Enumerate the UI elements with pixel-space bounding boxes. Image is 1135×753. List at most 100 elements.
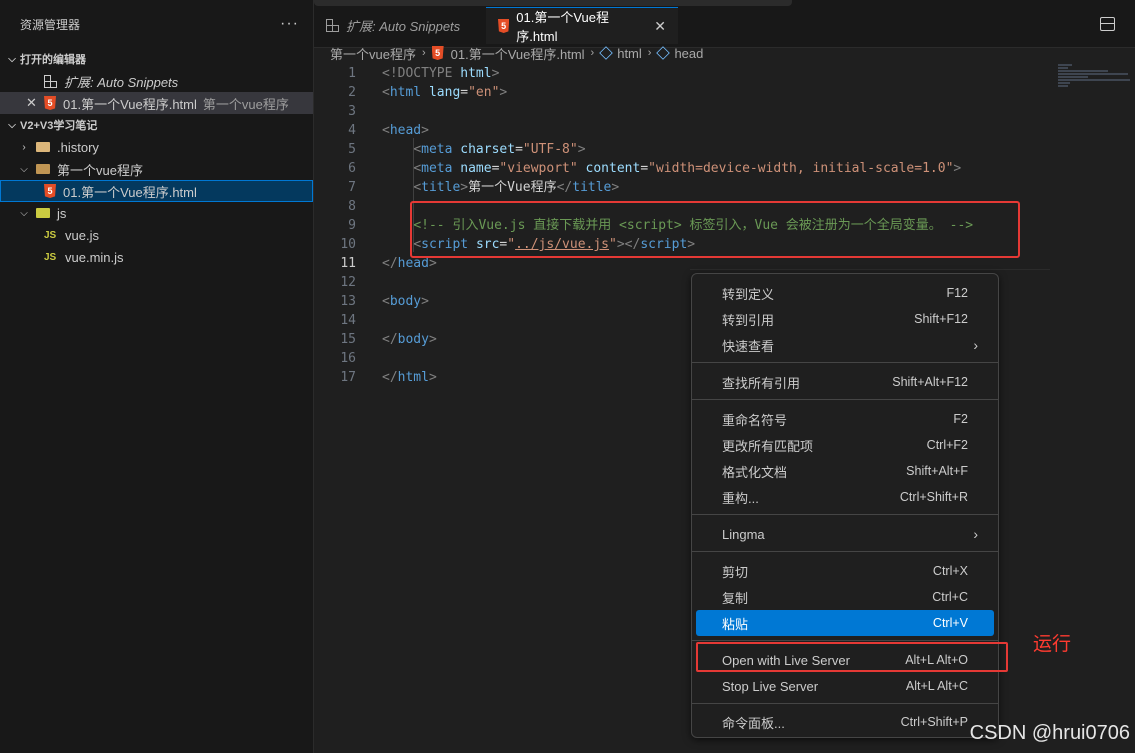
tree-item-vue-js[interactable]: JS vue.js xyxy=(0,224,313,246)
sidebar-header: 资源管理器 ··· xyxy=(0,0,313,48)
tab-auto-snippets[interactable]: 扩展: Auto Snippets xyxy=(314,7,484,44)
token: "width=device-width, initial-scale=1.0" xyxy=(648,161,954,176)
menu-item-go-to-definition[interactable]: 转到定义 F12 xyxy=(696,280,994,306)
close-icon[interactable]: ✕ xyxy=(26,95,44,111)
menu-shortcut: Shift+Alt+F12 xyxy=(892,375,968,389)
line-number: 13 xyxy=(340,294,356,309)
open-editor-description: 第一个vue程序 xyxy=(202,96,289,112)
token: 第一个Vue程序 xyxy=(468,180,557,195)
line-number: 11 xyxy=(340,256,356,271)
workspace-title: V2+V3学习笔记 xyxy=(20,120,98,132)
menu-label: 命令面板... xyxy=(722,715,785,731)
open-editor-html-file[interactable]: ✕ 5 01.第一个Vue程序.html 第一个vue程序 xyxy=(0,92,313,114)
breadcrumb-item[interactable]: 01.第一个Vue程序.html xyxy=(451,44,585,63)
menu-item-find-all-references[interactable]: 查找所有引用 Shift+Alt+F12 xyxy=(696,369,994,395)
explorer-sidebar: 资源管理器 ··· ⌵ 打开的编辑器 扩展: Auto Snippets ✕ 5… xyxy=(0,0,314,753)
html5-icon: 5 xyxy=(44,184,56,198)
tree-item-label: js xyxy=(57,205,67,221)
line-number: 7 xyxy=(348,180,356,195)
line-number: 8 xyxy=(348,199,356,214)
open-editor-label: 01.第一个Vue程序.html xyxy=(63,96,197,112)
tab-html-file[interactable]: 5 01.第一个Vue程序.html ✕ xyxy=(486,7,678,44)
chevron-right-icon: › xyxy=(973,337,978,353)
tree-item-history[interactable]: › .history xyxy=(0,136,313,158)
menu-label: 查找所有引用 xyxy=(722,375,801,391)
menu-label: 快速查看 xyxy=(722,338,775,354)
line-number: 15 xyxy=(340,332,356,347)
menu-shortcut: Ctrl+Shift+R xyxy=(899,490,968,504)
breadcrumb-item[interactable]: html xyxy=(617,46,642,61)
menu-item-command-palette[interactable]: 命令面板... Ctrl+Shift+P xyxy=(696,709,994,735)
annotation-highlight-box xyxy=(410,201,1020,258)
tree-item-label: 第一个vue程序 xyxy=(57,162,143,178)
chevron-right-icon: › xyxy=(421,47,426,59)
chevron-down-icon: ⌵ xyxy=(8,119,16,131)
menu-item-paste[interactable]: 粘贴 Ctrl+V xyxy=(696,610,994,636)
tree-item-label: vue.min.js xyxy=(65,249,124,265)
symbol-icon xyxy=(656,46,671,60)
menu-item-stop-live-server[interactable]: Stop Live Server Alt+L Alt+C xyxy=(696,673,994,699)
menu-label: 格式化文档 xyxy=(722,464,788,480)
menu-label: 转到引用 xyxy=(722,312,775,328)
menu-label: 粘贴 xyxy=(722,616,749,632)
menu-separator xyxy=(692,703,998,704)
menu-shortcut: Alt+L Alt+C xyxy=(905,679,968,693)
workspace-section[interactable]: ⌵ V2+V3学习笔记 xyxy=(0,114,313,136)
html5-icon: 5 xyxy=(431,46,444,60)
chevron-down-icon: ⌵ xyxy=(8,53,16,65)
open-editor-auto-snippets[interactable]: 扩展: Auto Snippets xyxy=(0,70,313,92)
menu-label: 转到定义 xyxy=(722,286,775,302)
more-actions-icon[interactable]: ··· xyxy=(280,15,299,33)
symbol-icon xyxy=(599,46,614,60)
menu-separator xyxy=(692,551,998,552)
open-editor-label: 扩展: Auto Snippets xyxy=(64,74,179,90)
watermark: CSDN @hrui0706 xyxy=(969,722,1130,744)
menu-item-refactor[interactable]: 重构... Ctrl+Shift+R xyxy=(696,484,994,510)
tree-item-label: vue.js xyxy=(65,227,99,243)
menu-item-go-to-references[interactable]: 转到引用 Shift+F12 xyxy=(696,306,994,332)
tree-item-js-folder[interactable]: ⌵ js xyxy=(0,202,313,224)
line-number: 3 xyxy=(348,104,356,119)
line-number: 1 xyxy=(348,66,356,81)
menu-label: 复制 xyxy=(722,590,749,606)
menu-label: 更改所有匹配项 xyxy=(722,438,814,454)
close-icon[interactable]: ✕ xyxy=(654,18,666,35)
menu-item-cut[interactable]: 剪切 Ctrl+X xyxy=(696,558,994,584)
open-editors-title: 打开的编辑器 xyxy=(20,54,86,66)
line-number: 5 xyxy=(348,142,356,157)
line-number: 2 xyxy=(348,85,356,100)
menu-item-rename-symbol[interactable]: 重命名符号 F2 xyxy=(696,406,994,432)
breadcrumb-item[interactable]: 第一个vue程序 xyxy=(330,44,416,63)
line-number: 10 xyxy=(340,237,356,252)
line-number: 14 xyxy=(340,313,356,328)
menu-shortcut: Ctrl+F2 xyxy=(926,438,968,452)
open-editors-section[interactable]: ⌵ 打开的编辑器 xyxy=(0,48,313,70)
menu-item-change-all-occurrences[interactable]: 更改所有匹配项 Ctrl+F2 xyxy=(696,432,994,458)
split-editor-icon[interactable] xyxy=(1100,17,1115,31)
menu-separator xyxy=(692,514,998,515)
tab-label: 扩展: Auto Snippets xyxy=(346,19,461,34)
menu-item-peek[interactable]: 快速查看 › xyxy=(696,332,994,358)
tree-item-html-file[interactable]: 5 01.第一个Vue程序.html xyxy=(0,180,313,202)
tree-item-vue-min-js[interactable]: JS vue.min.js xyxy=(0,246,313,268)
folder-js-icon xyxy=(36,208,50,218)
breadcrumb-item[interactable]: head xyxy=(674,46,703,61)
minimap[interactable] xyxy=(1058,64,1134,104)
tab-label: 01.第一个Vue程序.html xyxy=(516,10,610,44)
menu-item-lingma[interactable]: Lingma › xyxy=(696,521,994,547)
folder-icon xyxy=(36,142,50,152)
menu-item-copy[interactable]: 复制 Ctrl+C xyxy=(696,584,994,610)
menu-shortcut: Shift+F12 xyxy=(914,312,968,326)
line-number: 12 xyxy=(340,275,356,290)
menu-label: 重构... xyxy=(722,490,759,506)
menu-shortcut: Shift+Alt+F xyxy=(906,464,968,478)
cursor-line-highlight xyxy=(690,269,1050,270)
menu-label: 剪切 xyxy=(722,564,749,580)
menu-shortcut: F12 xyxy=(946,286,968,300)
menu-label: Stop Live Server xyxy=(722,678,819,694)
line-number: 16 xyxy=(340,351,356,366)
tree-item-vue-folder[interactable]: ⌵ 第一个vue程序 xyxy=(0,158,313,180)
menu-item-format-document[interactable]: 格式化文档 Shift+Alt+F xyxy=(696,458,994,484)
html5-icon: 5 xyxy=(498,19,510,33)
menu-label: Lingma xyxy=(722,526,765,542)
